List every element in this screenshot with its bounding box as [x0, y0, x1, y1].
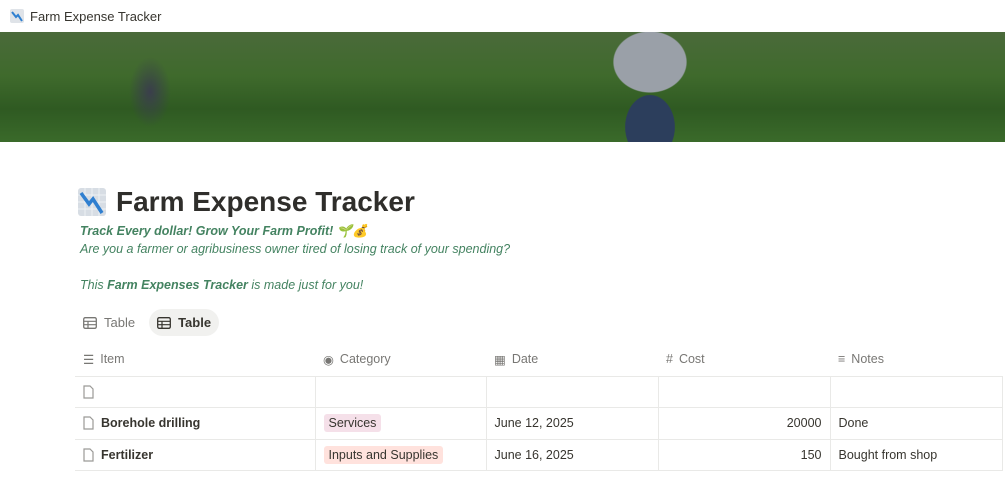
select-icon: ◉	[323, 352, 334, 367]
column-header-notes[interactable]: ≡ Notes	[830, 343, 1002, 377]
expense-table: ☰ Item ◉ Category ▦ Date # Cost ≡ Notes Boreh…	[75, 343, 1003, 471]
page-title: Farm Expense Tracker	[116, 186, 415, 217]
notes-cell[interactable]	[830, 376, 1003, 408]
category-cell[interactable]: Services	[315, 407, 487, 440]
table-row	[75, 376, 1003, 408]
checklist-icon: ☰	[83, 352, 95, 367]
cost-cell[interactable]: 150	[658, 439, 831, 471]
tab-label: Table	[104, 315, 136, 330]
chart-decreasing-icon	[10, 9, 24, 23]
column-label: Category	[339, 352, 391, 367]
intro-statement: This Farm Expenses Tracker is made just …	[80, 278, 363, 292]
cost-cell[interactable]: 20000	[658, 407, 831, 440]
notes-cell[interactable]: Bought from shop	[830, 439, 1003, 471]
item-cell[interactable]: Fertilizer	[75, 439, 316, 471]
date-cell[interactable]	[486, 376, 659, 408]
table-icon	[157, 316, 172, 329]
intro-suffix: is made just for you!	[247, 278, 364, 292]
category-tag: Services	[323, 414, 382, 433]
view-tabs: Table Table	[75, 309, 220, 336]
intro-question: Are you a farmer or agribusiness owner t…	[80, 242, 511, 256]
item-name: Borehole drilling	[101, 416, 201, 431]
chart-decreasing-icon	[78, 188, 106, 216]
column-label: Date	[511, 352, 539, 367]
tab-label: Table	[178, 315, 212, 330]
category-tag: Inputs and Supplies	[323, 445, 444, 464]
page-icon	[83, 416, 94, 430]
column-header-item[interactable]: ☰ Item	[75, 343, 315, 377]
window-titlebar: Farm Expense Tracker	[0, 0, 1005, 32]
column-header-date[interactable]: ▦ Date	[486, 343, 658, 377]
item-name: Fertilizer	[101, 447, 154, 462]
window-title: Farm Expense Tracker	[30, 8, 162, 24]
calendar-icon: ▦	[494, 352, 506, 367]
column-header-cost[interactable]: # Cost	[658, 343, 830, 377]
cover-image	[0, 32, 1005, 142]
table-row: Borehole drilling Services June 12, 2025…	[75, 407, 1003, 440]
date-cell[interactable]: June 12, 2025	[486, 407, 659, 440]
tab-table-1[interactable]: Table	[75, 309, 143, 336]
tagline: Track Every dollar! Grow Your Farm Profi…	[80, 224, 368, 238]
tab-table-2[interactable]: Table	[149, 309, 220, 336]
column-label: Cost	[678, 352, 705, 367]
table-row: Fertilizer Inputs and Supplies June 16, …	[75, 439, 1003, 471]
text-lines-icon: ≡	[838, 352, 846, 367]
date-cell[interactable]: June 16, 2025	[486, 439, 659, 471]
item-cell[interactable]: Borehole drilling	[75, 407, 316, 440]
page-icon	[83, 448, 94, 462]
page-header: Farm Expense Tracker	[78, 186, 415, 218]
table-header-row: ☰ Item ◉ Category ▦ Date # Cost ≡ Notes	[75, 343, 1002, 377]
column-header-category[interactable]: ◉ Category	[315, 343, 486, 377]
table-icon	[83, 316, 97, 329]
page-icon	[83, 385, 94, 399]
hash-icon: #	[666, 352, 673, 367]
cost-cell[interactable]	[658, 376, 831, 408]
category-cell[interactable]	[315, 376, 487, 408]
column-label: Notes	[851, 352, 884, 367]
notes-cell[interactable]: Done	[830, 407, 1003, 440]
item-cell[interactable]	[75, 376, 316, 408]
category-cell[interactable]: Inputs and Supplies	[315, 439, 487, 471]
intro-prefix: This	[80, 278, 108, 292]
intro-bold: Farm Expenses Tracker	[107, 278, 248, 292]
column-label: Item	[100, 352, 125, 367]
